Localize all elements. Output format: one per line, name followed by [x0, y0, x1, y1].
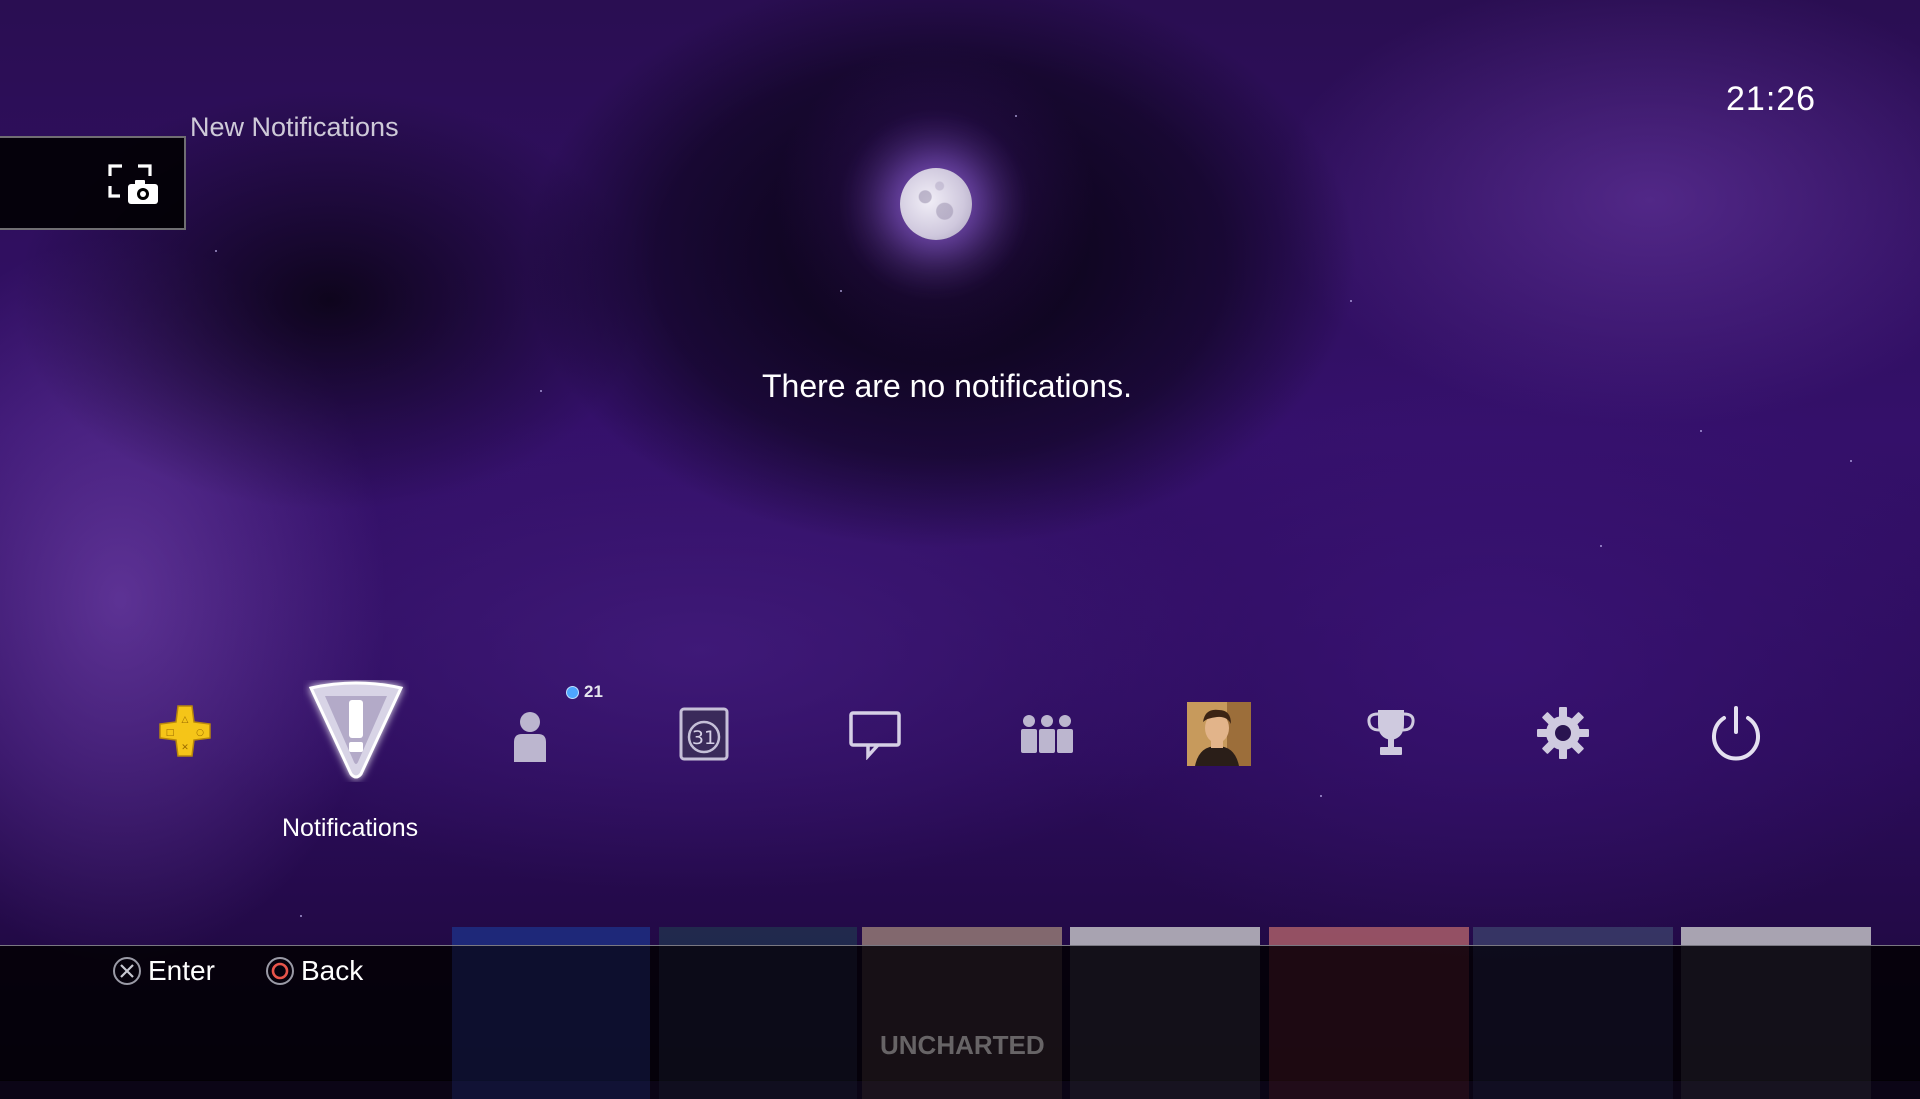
background-wallpaper: [0, 0, 1920, 1080]
back-label: Back: [301, 955, 364, 986]
notifications-icon[interactable]: [303, 680, 409, 782]
uncharted-tile-title: UNCHARTED: [880, 1030, 1045, 1060]
content-tile: [1269, 946, 1469, 1099]
section-title: New Notifications: [190, 112, 399, 142]
svg-text:△: △: [182, 715, 189, 725]
content-tile: [1070, 946, 1260, 1099]
friends-icon[interactable]: [508, 708, 552, 764]
star: [840, 290, 842, 292]
content-tile-top: [862, 927, 1062, 945]
star: [1350, 300, 1352, 302]
friends-badge-count: 21: [584, 682, 603, 701]
badge-dot-icon: [566, 685, 579, 699]
content-tile-top: [659, 927, 857, 945]
empty-notifications-message: There are no notifications.: [762, 368, 1132, 404]
content-tile-top: [1473, 927, 1673, 945]
content-tile: [862, 946, 1062, 1099]
svg-text:□: □: [166, 728, 175, 738]
content-tile: [1473, 946, 1673, 1099]
svg-text:○: ○: [196, 728, 204, 738]
content-tile-top: [1070, 927, 1260, 945]
star: [1850, 460, 1852, 462]
star: [300, 915, 302, 917]
power-icon[interactable]: [1708, 704, 1764, 762]
content-tile: [659, 946, 857, 1099]
message-icon[interactable]: [848, 710, 902, 760]
star: [1320, 795, 1322, 797]
screenshot-capture-icon: [108, 164, 158, 204]
svg-text:✕: ✕: [181, 743, 189, 753]
star: [540, 390, 542, 392]
trophy-icon[interactable]: [1364, 706, 1418, 758]
party-icon[interactable]: [1018, 712, 1076, 754]
cross-button-icon: [113, 957, 141, 985]
back-hint[interactable]: Back: [265, 955, 363, 987]
content-tile: [1681, 946, 1871, 1099]
star: [1700, 430, 1702, 432]
enter-hint[interactable]: Enter: [112, 955, 215, 987]
calendar-icon[interactable]: 31: [678, 705, 730, 761]
content-tile-top: [1269, 927, 1469, 945]
gear-icon[interactable]: [1536, 706, 1590, 760]
circle-button-icon: [266, 957, 294, 985]
avatar[interactable]: [1187, 702, 1251, 766]
star: [215, 250, 217, 252]
selected-icon-label: Notifications: [282, 814, 419, 842]
screenshot-capture-panel[interactable]: [0, 136, 186, 230]
star: [1600, 545, 1602, 547]
enter-label: Enter: [148, 955, 215, 986]
content-tile-top: [1681, 927, 1871, 945]
friends-badge: 21: [566, 682, 603, 702]
content-tile: [452, 946, 650, 1099]
star: [1015, 115, 1017, 117]
calendar-day: 31: [692, 727, 716, 749]
ps-plus-icon[interactable]: △ □ ○ ✕: [156, 702, 214, 760]
content-tile-top: [452, 927, 650, 945]
moon-image: [900, 168, 972, 240]
clock: 21:26: [1726, 80, 1817, 118]
